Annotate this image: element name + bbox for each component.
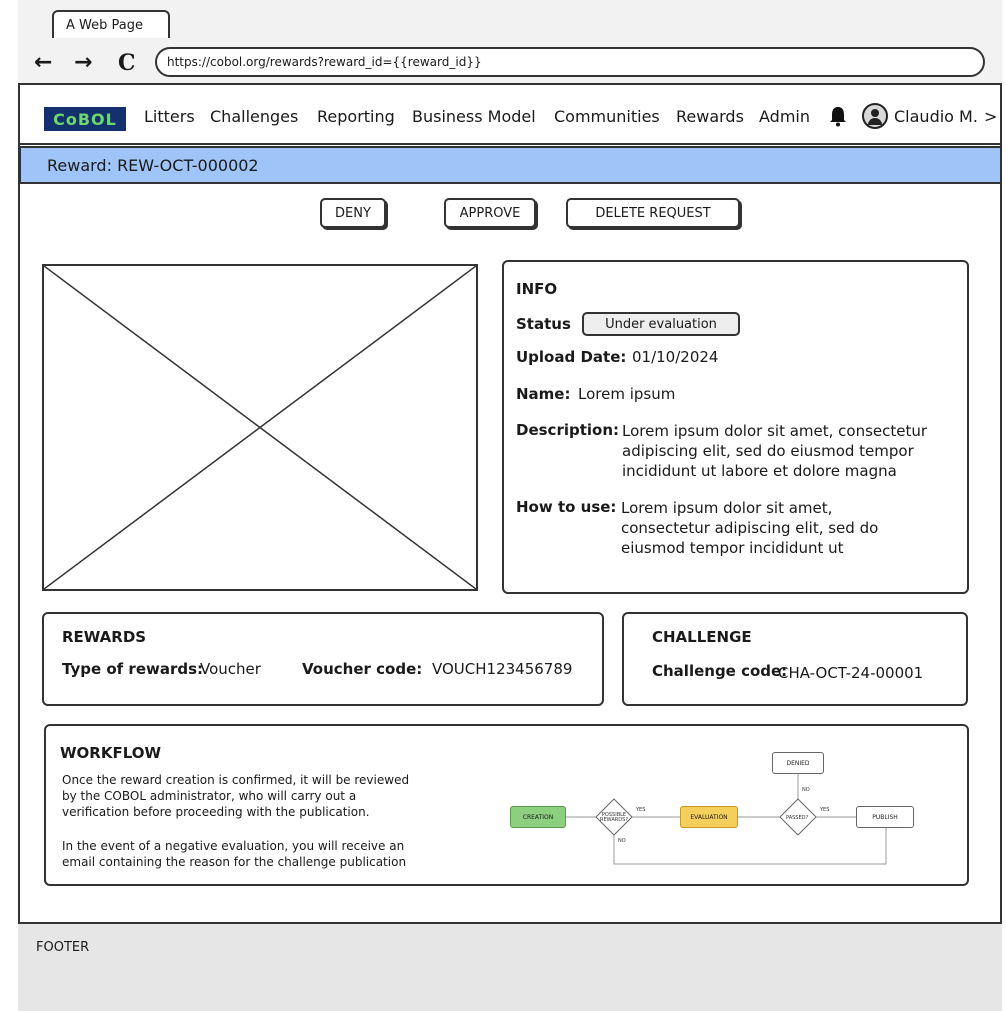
bell-icon[interactable] (828, 105, 848, 127)
no-label: NO (618, 838, 626, 844)
name-label: Name: (516, 385, 571, 403)
rewards-title: REWARDS (62, 628, 147, 646)
voucher-code-value: VOUCH123456789 (432, 660, 573, 678)
upload-date-label: Upload Date: (516, 348, 627, 366)
cobol-logo[interactable]: CoBOL (44, 107, 126, 131)
workflow-line: verification before proceeding with the … (62, 805, 370, 819)
status-label: Status (516, 315, 571, 333)
passed-decision-label: PASSED? (786, 815, 809, 821)
publish-node-label: PUBLISH (872, 813, 898, 821)
footer: FOOTER (18, 922, 1002, 1011)
workflow-title: WORKFLOW (60, 744, 162, 762)
nav-item-admin[interactable]: Admin (759, 107, 810, 126)
chevron-right-icon[interactable]: > (984, 107, 997, 126)
workflow-note: In the event of a negative evaluation, y… (62, 838, 442, 870)
yes-label: YES (820, 807, 830, 813)
user-avatar-icon[interactable] (862, 103, 888, 129)
nav-item-reporting[interactable]: Reporting (317, 107, 395, 126)
challenge-code-value: CHA-OCT-24-00001 (778, 664, 924, 682)
page-title: Reward: REW-OCT-000002 (47, 155, 259, 175)
delete-request-button[interactable]: DELETE REQUEST (566, 198, 740, 228)
back-arrow-icon[interactable]: ← (34, 50, 52, 75)
challenge-panel: CHALLENGE Challenge code: CHA-OCT-24-000… (622, 612, 968, 706)
type-of-rewards-value: Voucher (200, 660, 261, 678)
workflow-description: Once the reward creation is confirmed, i… (62, 772, 442, 820)
description-label: Description: (516, 421, 620, 439)
url-text: https://cobol.org/rewards?reward_id={{re… (167, 55, 482, 69)
name-value: Lorem ipsum (578, 385, 676, 403)
denied-node: DENIED (772, 752, 824, 774)
type-of-rewards-label: Type of rewards: (62, 660, 204, 678)
browser-tab[interactable]: A Web Page (52, 10, 170, 38)
user-name[interactable]: Claudio M. (894, 107, 978, 126)
description-line: incididunt ut labore et dolore magna (622, 462, 897, 480)
info-panel: INFO Status Under evaluation Upload Date… (502, 260, 969, 594)
nav-item-challenges[interactable]: Challenges (210, 107, 298, 126)
tab-title: A Web Page (66, 17, 143, 33)
info-title: INFO (516, 280, 558, 298)
workflow-diagram: CREATION POSSIBLE REWARDS? YES NO EVALUA… (506, 742, 926, 872)
denied-node-label: DENIED (786, 759, 810, 767)
evaluation-node: EVALUATION (680, 806, 738, 828)
workflow-panel: WORKFLOW Once the reward creation is con… (44, 724, 969, 886)
description-text: Lorem ipsum dolor sit amet, consectetur … (622, 421, 927, 481)
how-to-use-text: Lorem ipsum dolor sit amet, consectetur … (621, 498, 878, 558)
nav-item-litters[interactable]: Litters (144, 107, 195, 126)
status-badge: Under evaluation (582, 312, 740, 336)
approve-button[interactable]: APPROVE (444, 198, 536, 228)
nav-item-business-model[interactable]: Business Model (412, 107, 536, 126)
evaluation-node-label: EVALUATION (690, 813, 728, 821)
nav-item-rewards[interactable]: Rewards (676, 107, 744, 126)
upload-date-value: 01/10/2024 (632, 348, 719, 366)
description-line: Lorem ipsum dolor sit amet, consectetur (622, 422, 928, 440)
yes-label: YES (636, 807, 646, 813)
workflow-line: In the event of a negative evaluation, y… (62, 839, 405, 853)
forward-arrow-icon[interactable]: → (74, 50, 92, 75)
how-to-use-line: eiusmod tempor incididunt ut (621, 539, 844, 557)
workflow-line: by the COBOL administrator, who will car… (62, 789, 357, 803)
creation-node: CREATION (510, 806, 566, 828)
description-line: adipiscing elit, sed do eiusmod tempor (622, 442, 914, 460)
rewards-panel: REWARDS Type of rewards: Voucher Voucher… (42, 612, 604, 706)
challenge-title: CHALLENGE (652, 628, 752, 646)
how-to-use-line: consectetur adipiscing elit, sed do (621, 519, 879, 537)
no-label: NO (802, 787, 810, 793)
reload-icon[interactable]: C (118, 50, 136, 76)
deny-button[interactable]: DENY (320, 198, 386, 228)
creation-node-label: CREATION (522, 813, 554, 821)
workflow-line: Once the reward creation is confirmed, i… (62, 773, 410, 787)
how-to-use-line: Lorem ipsum dolor sit amet, (621, 499, 833, 517)
browser-chrome: A Web Page ← → C https://cobol.org/rewar… (18, 0, 1002, 85)
publish-node: PUBLISH (856, 806, 914, 828)
rewards-decision-label: POSSIBLE REWARDS? (600, 812, 628, 823)
status-value: Under evaluation (605, 316, 717, 332)
page-title-bar: Reward: REW-OCT-000002 (19, 146, 1002, 184)
footer-label: FOOTER (36, 940, 90, 955)
address-bar[interactable]: https://cobol.org/rewards?reward_id={{re… (155, 47, 985, 77)
nav-item-communities[interactable]: Communities (554, 107, 660, 126)
top-navigation: CoBOL Litters Challenges Reporting Busin… (20, 87, 1000, 145)
voucher-code-label: Voucher code: (302, 660, 423, 678)
workflow-line: email containing the reason for the chal… (62, 855, 407, 869)
challenge-code-label: Challenge code: (652, 662, 788, 680)
image-placeholder (42, 264, 478, 591)
how-to-use-label: How to use: (516, 498, 617, 516)
